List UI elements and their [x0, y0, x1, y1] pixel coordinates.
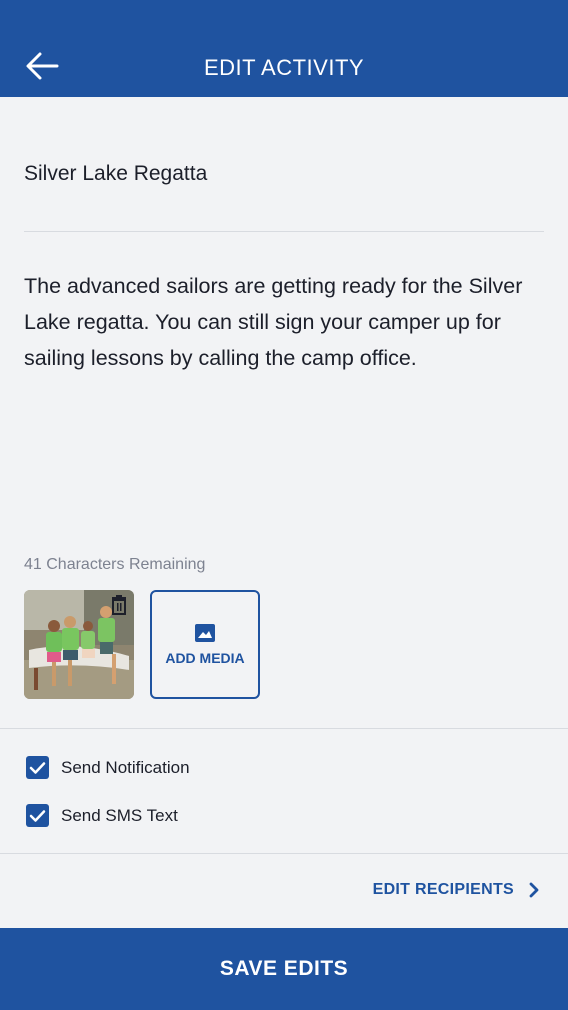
delete-media-button[interactable] [108, 594, 130, 616]
send-notification-label: Send Notification [61, 757, 190, 777]
chevron-right-icon [529, 882, 539, 898]
character-counter: 41 Characters Remaining [24, 556, 206, 573]
checkmark-icon [29, 809, 46, 822]
divider [24, 231, 544, 232]
activity-description-input[interactable]: The advanced sailors are getting ready f… [24, 268, 544, 376]
activity-title-input[interactable]: Silver Lake Regatta [24, 162, 544, 186]
send-notification-checkbox[interactable]: Send Notification [26, 756, 190, 779]
divider [0, 853, 568, 854]
page-title: EDIT ACTIVITY [203, 54, 365, 80]
app-header: EDIT ACTIVITY [0, 0, 568, 97]
image-icon [195, 623, 215, 642]
edit-recipients-link[interactable]: EDIT RECIPIENTS [373, 880, 544, 900]
checkbox-checked[interactable] [26, 804, 49, 827]
send-sms-label: Send SMS Text [61, 805, 178, 825]
save-edits-label: SAVE EDITS [219, 957, 349, 980]
add-media-label: ADD MEDIA [165, 649, 245, 666]
back-button[interactable] [22, 46, 62, 86]
divider [0, 728, 568, 729]
add-media-button[interactable]: ADD MEDIA [150, 590, 260, 699]
send-sms-checkbox[interactable]: Send SMS Text [26, 804, 178, 827]
trash-icon [112, 595, 126, 615]
checkbox-checked[interactable] [26, 756, 49, 779]
save-edits-button[interactable]: SAVE EDITS [0, 928, 568, 1010]
media-thumbnail[interactable] [24, 590, 134, 699]
arrow-left-icon [26, 52, 59, 80]
edit-recipients-label: EDIT RECIPIENTS [372, 881, 514, 898]
checkmark-icon [29, 761, 46, 774]
